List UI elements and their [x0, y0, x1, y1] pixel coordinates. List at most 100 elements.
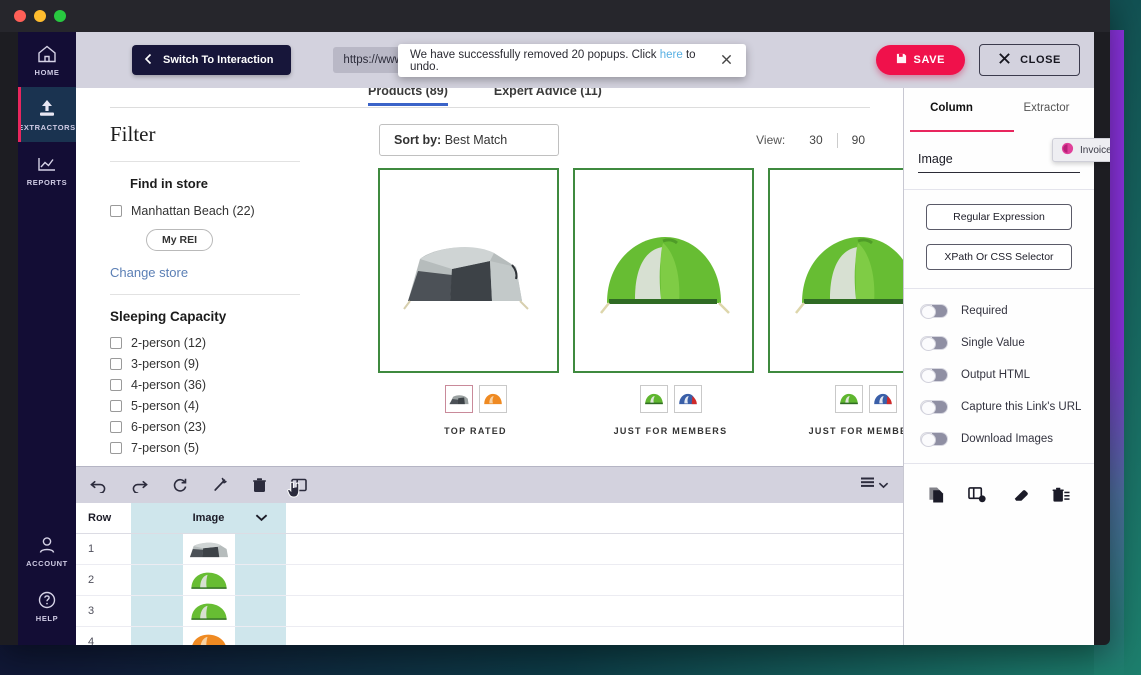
- refresh-icon[interactable]: [172, 477, 188, 493]
- toggle-switch[interactable]: [920, 368, 948, 382]
- close-button[interactable]: CLOSE: [979, 44, 1080, 76]
- checkbox-icon[interactable]: [110, 205, 122, 217]
- column-name-field-wrap: Invoice...: [904, 132, 1094, 173]
- sort-by-select[interactable]: Sort by: Best Match: [379, 124, 559, 156]
- delete-list-icon[interactable]: [1052, 486, 1070, 509]
- eraser-icon[interactable]: [1010, 488, 1029, 507]
- tab-expert-advice[interactable]: Expert Advice (11): [494, 88, 602, 106]
- toggle-output-html[interactable]: Output HTML: [904, 359, 1094, 391]
- capacity-label: 2-person (12): [131, 336, 206, 350]
- properties-footer-icons: [904, 464, 1094, 509]
- cell-image[interactable]: [131, 534, 286, 565]
- cell-image[interactable]: [131, 596, 286, 627]
- window-maximize-dot[interactable]: [54, 10, 66, 22]
- toast-undo-link[interactable]: here: [660, 49, 683, 61]
- cell-image[interactable]: [131, 565, 286, 596]
- window-close-dot[interactable]: [14, 10, 26, 22]
- product-swatch-group: TOP RATED: [378, 385, 573, 436]
- column-header-row[interactable]: Row: [76, 503, 131, 534]
- toggle-switch[interactable]: [920, 432, 948, 446]
- store-checkbox-row[interactable]: Manhattan Beach (22): [110, 204, 300, 218]
- app-window: HOME EXTRACTORS REPORTS: [0, 0, 1110, 645]
- grey-tent-swatch[interactable]: [445, 385, 473, 413]
- product-card[interactable]: [573, 168, 754, 373]
- redo-icon[interactable]: [131, 478, 148, 493]
- table-row[interactable]: 1: [76, 534, 903, 565]
- sort-and-view-bar: Sort by: Best Match View: 30 90: [379, 124, 879, 156]
- blue-tent-swatch[interactable]: [869, 385, 897, 413]
- green-dome-tent-thumbnail: [183, 596, 235, 626]
- data-table-panel: Row Image 1: [76, 466, 903, 645]
- sidebar-item-home[interactable]: HOME: [18, 32, 76, 87]
- xpath-css-selector-button[interactable]: XPath Or CSS Selector: [926, 244, 1072, 270]
- tab-extractor[interactable]: Extractor: [999, 102, 1094, 116]
- toggle-switch[interactable]: [920, 336, 948, 350]
- tab-products[interactable]: Products (89): [368, 88, 448, 106]
- close-label: CLOSE: [1020, 54, 1061, 66]
- product-card[interactable]: [768, 168, 903, 373]
- column-header-image[interactable]: Image: [131, 503, 286, 534]
- toggle-switch[interactable]: [920, 400, 948, 414]
- sidebar-item-account[interactable]: ACCOUNT: [18, 523, 76, 578]
- green-tent-swatch[interactable]: [835, 385, 863, 413]
- add-column-icon[interactable]: [291, 477, 309, 493]
- table-row[interactable]: 2: [76, 565, 903, 596]
- green-tent-swatch[interactable]: [640, 385, 668, 413]
- toggle-capture-link-url[interactable]: Capture this Link's URL: [904, 391, 1094, 423]
- checkbox-icon[interactable]: [110, 379, 122, 391]
- toggle-download-images[interactable]: Download Images: [904, 423, 1094, 455]
- green-dome-tent-image: [589, 208, 739, 333]
- change-store-link[interactable]: Change store: [110, 265, 300, 280]
- sidebar-item-reports[interactable]: REPORTS: [18, 142, 76, 197]
- extracted-data-table: Row Image 1: [76, 503, 903, 645]
- my-rei-button[interactable]: My REI: [146, 229, 213, 251]
- checkbox-icon[interactable]: [110, 421, 122, 433]
- column-header-label: Image: [193, 512, 225, 524]
- notification-toast: We have successfully removed 20 popups. …: [398, 44, 746, 77]
- checkbox-icon[interactable]: [110, 337, 122, 349]
- trash-icon[interactable]: [252, 477, 267, 493]
- orange-tent-swatch[interactable]: [479, 385, 507, 413]
- sidebar-item-help[interactable]: HELP: [18, 578, 76, 645]
- checkbox-icon[interactable]: [110, 400, 122, 412]
- cell-row-number: 1: [76, 534, 131, 565]
- capacity-option[interactable]: 7-person (5): [110, 441, 300, 455]
- capacity-option[interactable]: 3-person (9): [110, 357, 300, 371]
- capacity-option[interactable]: 5-person (4): [110, 399, 300, 413]
- magic-wand-icon[interactable]: [212, 477, 228, 493]
- toast-close-icon[interactable]: [719, 53, 734, 68]
- toggle-single-value[interactable]: Single Value: [904, 327, 1094, 359]
- switch-to-interaction-button[interactable]: Switch To Interaction: [132, 45, 291, 75]
- column-settings-icon[interactable]: [968, 486, 987, 509]
- toggle-switch[interactable]: [920, 304, 948, 318]
- tab-column[interactable]: Column: [904, 102, 999, 116]
- capacity-label: 7-person (5): [131, 441, 199, 455]
- switch-button-label: Switch To Interaction: [163, 54, 273, 66]
- capacity-option[interactable]: 2-person (12): [110, 336, 300, 350]
- invoice-chip-label: Invoice...: [1080, 145, 1110, 156]
- window-minimize-dot[interactable]: [34, 10, 46, 22]
- undo-icon[interactable]: [90, 478, 107, 493]
- cell-empty: [286, 565, 903, 596]
- view-option-90[interactable]: 90: [838, 133, 879, 147]
- blue-tent-swatch[interactable]: [674, 385, 702, 413]
- save-button[interactable]: SAVE: [876, 45, 966, 75]
- view-options: View: 30 90: [756, 133, 879, 148]
- table-row[interactable]: 4: [76, 627, 903, 646]
- regular-expression-button[interactable]: Regular Expression: [926, 204, 1072, 230]
- duplicate-icon[interactable]: [928, 486, 945, 509]
- chevron-down-icon[interactable]: [255, 513, 268, 525]
- cell-image[interactable]: [131, 627, 286, 646]
- table-row[interactable]: 3: [76, 596, 903, 627]
- product-card[interactable]: [378, 168, 559, 373]
- sidebar-item-extractors[interactable]: EXTRACTORS: [18, 87, 76, 142]
- toggle-required[interactable]: Required: [904, 295, 1094, 327]
- view-option-30[interactable]: 30: [795, 133, 836, 147]
- capacity-option[interactable]: 4-person (36): [110, 378, 300, 392]
- checkbox-icon[interactable]: [110, 442, 122, 454]
- invoice-chip[interactable]: Invoice...: [1052, 138, 1110, 162]
- capacity-option[interactable]: 6-person (23): [110, 420, 300, 434]
- sleeping-capacity-heading: Sleeping Capacity: [110, 309, 300, 324]
- checkbox-icon[interactable]: [110, 358, 122, 370]
- list-view-menu[interactable]: [860, 476, 889, 495]
